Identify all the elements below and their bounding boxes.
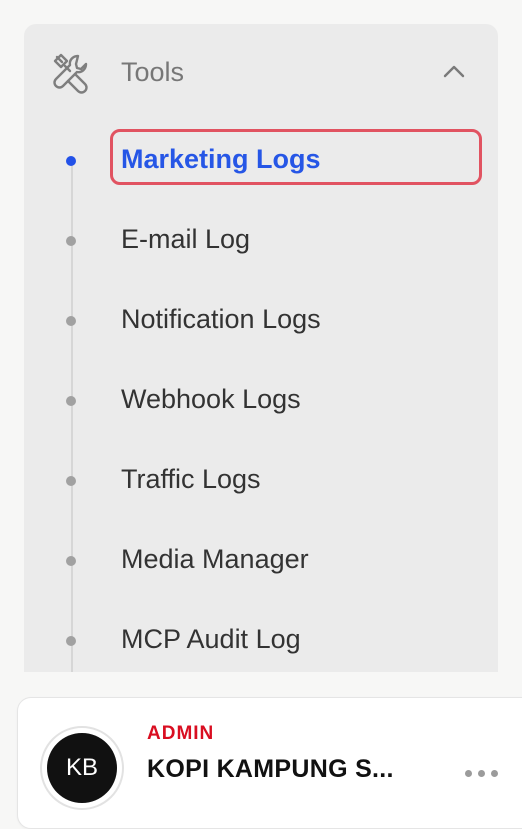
account-role: ADMIN — [147, 723, 215, 744]
bullet — [66, 316, 76, 326]
sidebar-item-marketing-logs[interactable]: Marketing Logs — [24, 132, 498, 188]
sidebar-item-label: Media Manager — [121, 544, 309, 574]
sidebar-item-email-log[interactable]: E-mail Log — [24, 212, 498, 268]
chevron-up-icon[interactable] — [440, 58, 468, 86]
more-options-icon[interactable] — [465, 769, 499, 779]
account-card[interactable]: KB ADMIN KOPI KAMPUNG S... — [17, 697, 522, 829]
sidebar-item-notification-logs[interactable]: Notification Logs — [24, 292, 498, 348]
active-bullet — [66, 156, 76, 166]
account-name: KOPI KAMPUNG S... — [147, 755, 394, 783]
tools-section-header[interactable]: Tools — [24, 24, 498, 120]
sidebar-item-label: Notification Logs — [121, 304, 321, 334]
sidebar-item-label: Webhook Logs — [121, 384, 301, 414]
tools-section-title: Tools — [121, 57, 185, 87]
bullet — [66, 636, 76, 646]
bullet — [66, 476, 76, 486]
sidebar-item-label: Traffic Logs — [121, 464, 261, 494]
bullet — [66, 236, 76, 246]
avatar-initials: KB — [47, 733, 117, 803]
sidebar-item-label: MCP Audit Log — [121, 624, 301, 654]
bullet — [66, 396, 76, 406]
dot — [478, 770, 485, 777]
sidebar-item-media-manager[interactable]: Media Manager — [24, 532, 498, 588]
tools-icon — [50, 50, 94, 94]
avatar[interactable]: KB — [40, 726, 124, 810]
dot — [491, 770, 498, 777]
tools-section: Tools Marketing Logs E-mail Log Notifica… — [24, 24, 498, 672]
bullet — [66, 556, 76, 566]
sidebar-item-traffic-logs[interactable]: Traffic Logs — [24, 452, 498, 508]
sidebar-item-mcp-audit-log[interactable]: MCP Audit Log — [24, 612, 498, 668]
sidebar-item-label: Marketing Logs — [121, 144, 321, 174]
sidebar-item-label: E-mail Log — [121, 224, 251, 254]
dot — [465, 770, 472, 777]
sidebar-item-webhook-logs[interactable]: Webhook Logs — [24, 372, 498, 428]
